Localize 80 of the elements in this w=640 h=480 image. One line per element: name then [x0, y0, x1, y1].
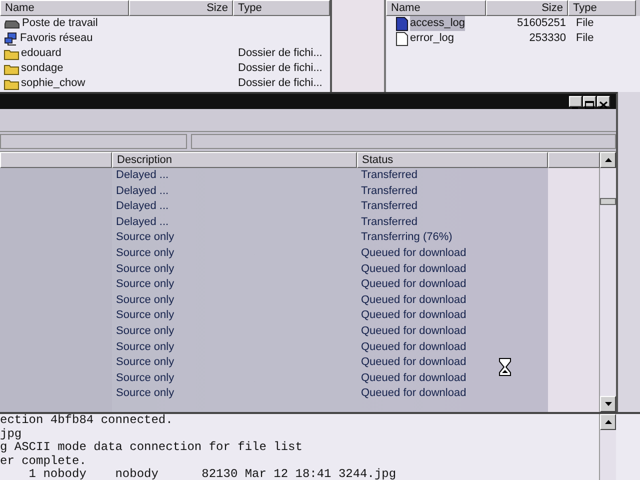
file-icon [396, 32, 408, 46]
up-arrow-icon [604, 420, 612, 424]
table-cell-text: Queued for download [360, 262, 466, 277]
file-size: 253330 [528, 31, 567, 46]
table-cell-text: Queued for download [360, 246, 466, 261]
table-cell-text: Transferred [360, 168, 418, 183]
column-header[interactable]: Name [386, 0, 486, 16]
file-type: File [575, 31, 595, 46]
column-header[interactable]: Status [357, 152, 548, 168]
file-type: File [575, 16, 595, 31]
table-cell-text: Delayed ... [115, 184, 169, 199]
maximize-button[interactable] [583, 96, 596, 107]
table-cell-text: Source only [115, 355, 174, 370]
table-cell-text: Queued for download [360, 292, 466, 308]
table-cell-text: Source only [115, 308, 174, 324]
file-name[interactable]: access_log [410, 16, 466, 31]
column-header[interactable]: Size [486, 0, 568, 16]
log-line: g ASCII mode data connection for file list [0, 441, 304, 454]
input-field[interactable] [191, 134, 616, 149]
table-cell-text: Source only [115, 277, 174, 292]
column-header[interactable]: Type [568, 0, 636, 16]
folder-icon [4, 48, 19, 60]
table-cell-text: Source only [115, 230, 174, 246]
table-cell-text: Queued for download [360, 324, 466, 339]
file-name[interactable]: sophie_chow [21, 76, 86, 91]
table-cell-text: Queued for download [360, 340, 466, 355]
column-header[interactable]: Type [233, 0, 330, 16]
drive-icon [4, 18, 20, 28]
scroll-up-button[interactable] [600, 414, 616, 430]
table-cell-text: Delayed ... [115, 199, 169, 214]
minimize-button[interactable] [569, 96, 582, 107]
file-size: 51605251 [516, 16, 567, 31]
file-name[interactable]: error_log [410, 31, 454, 46]
table-cell-text: Delayed ... [115, 214, 169, 230]
table-cell-text: Source only [115, 340, 174, 355]
file-name[interactable]: Poste de travail [22, 16, 98, 31]
column-header[interactable]: Description [112, 152, 357, 168]
down-arrow-icon [604, 402, 612, 406]
log-line: ection 4bfb84 connected. [0, 414, 174, 428]
file-type: Dossier de fichi... [237, 61, 324, 76]
log-line: jpg [0, 428, 23, 441]
file-name[interactable]: sondage [21, 61, 64, 76]
table-cell-text: Queued for download [360, 277, 466, 292]
maximize-icon [585, 101, 594, 109]
up-arrow-icon [604, 158, 612, 162]
file-type: Dossier de fichi... [237, 46, 324, 61]
column-header[interactable]: Size [129, 0, 233, 16]
table-cell-text: Source only [115, 292, 174, 308]
table-cell-text: Source only [115, 262, 174, 277]
table-cell-text: Source only [115, 370, 174, 386]
folder-icon [4, 62, 19, 74]
log-line: 1 nobody nobody 82130 Mar 12 18:41 3244.jpg [28, 468, 398, 480]
table-cell-text: Source only [115, 324, 174, 339]
table-cell-text: Queued for download [360, 370, 466, 386]
table-cell-text: Queued for download [360, 386, 466, 402]
close-icon [599, 101, 608, 109]
file-name[interactable]: Favoris réseau [20, 31, 93, 46]
scroll-thumb[interactable] [600, 198, 616, 205]
scroll-down-button[interactable] [600, 396, 616, 412]
column-header[interactable]: Name [0, 0, 129, 16]
table-cell-text: Transferred [360, 184, 418, 199]
table-cell-text: Transferring (76%) [360, 230, 452, 246]
network-icon [4, 32, 18, 46]
file-type: Dossier de fichi... [237, 76, 324, 91]
table-cell-text: Queued for download [360, 355, 466, 370]
table-cell-text: Source only [115, 246, 174, 261]
column-header[interactable] [548, 152, 600, 168]
file-name[interactable]: edouard [21, 46, 62, 61]
scroll-up-button[interactable] [600, 152, 616, 168]
file-icon [396, 16, 408, 30]
close-button[interactable] [597, 96, 610, 107]
column-header[interactable] [0, 152, 112, 168]
table-cell-text: Queued for download [360, 308, 466, 324]
table-cell-text: Transferred [360, 214, 418, 230]
log-line: er complete. [0, 454, 88, 468]
table-cell-text: Source only [115, 386, 174, 402]
folder-icon [4, 78, 19, 90]
table-cell-text: Transferred [360, 199, 418, 214]
input-field[interactable] [0, 134, 187, 149]
table-cell-text: Delayed ... [115, 168, 169, 183]
